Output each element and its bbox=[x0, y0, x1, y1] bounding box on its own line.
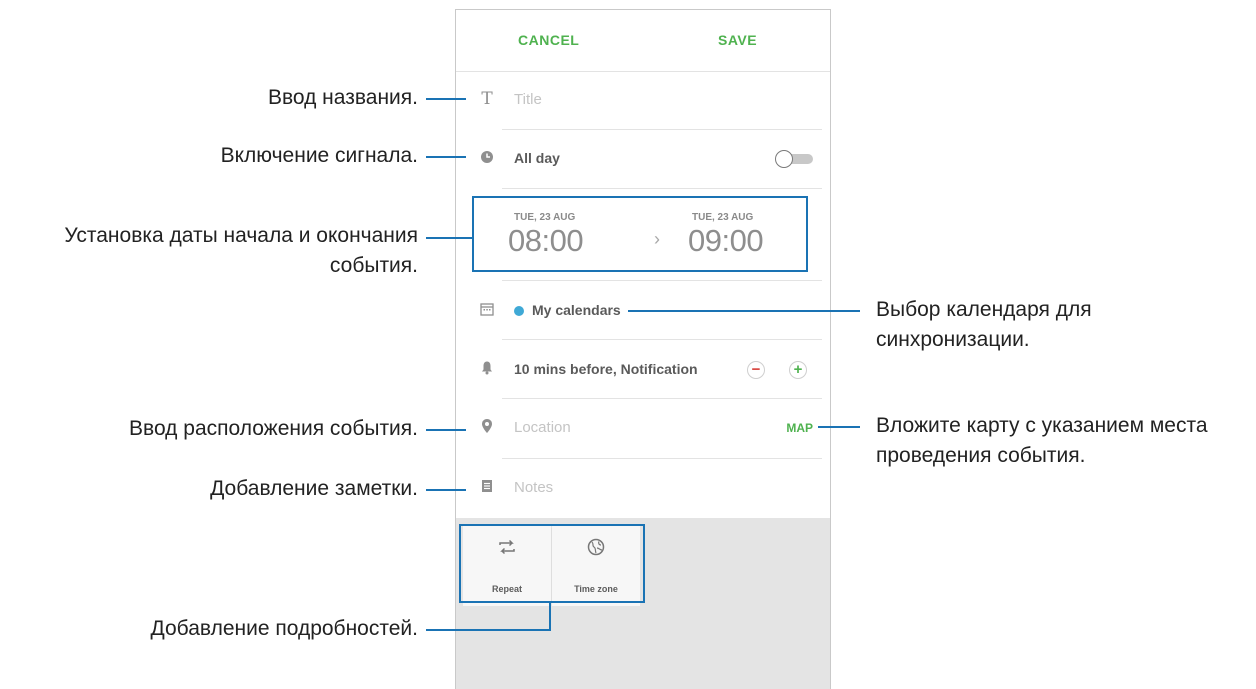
annotation-location: Ввод расположения события. bbox=[129, 417, 418, 440]
location-pin-icon bbox=[478, 418, 496, 438]
date-time-highlight bbox=[472, 196, 808, 272]
annotation-notes: Добавление заметки. bbox=[210, 477, 418, 500]
annotation-calendar-line2: синхронизации. bbox=[876, 328, 1030, 351]
annotation-dates-line2: события. bbox=[329, 254, 418, 277]
location-row[interactable]: Location MAP bbox=[456, 399, 830, 457]
bell-icon bbox=[478, 360, 496, 379]
action-bar: CANCEL SAVE bbox=[456, 10, 830, 70]
notes-icon bbox=[478, 479, 496, 497]
clock-icon bbox=[478, 150, 496, 168]
details-leader-vertical bbox=[549, 601, 551, 631]
map-button[interactable]: MAP bbox=[786, 421, 813, 435]
add-reminder-button[interactable]: + bbox=[789, 361, 807, 379]
dates-leader bbox=[426, 237, 472, 239]
annotation-title: Ввод названия. bbox=[267, 86, 418, 109]
title-input[interactable]: Title bbox=[514, 91, 542, 108]
toggle-knob bbox=[775, 150, 793, 168]
annotation-calendar-line1: Выбор календаря для bbox=[876, 298, 1092, 321]
details-highlight bbox=[459, 524, 645, 603]
cancel-button[interactable]: CANCEL bbox=[518, 32, 579, 48]
save-button[interactable]: SAVE bbox=[718, 32, 757, 48]
calendar-color-dot bbox=[514, 306, 524, 316]
allday-row[interactable]: All day bbox=[456, 130, 830, 188]
annotation-map-line1: Вложите карту с указанием места bbox=[876, 414, 1208, 437]
text-format-icon: T bbox=[481, 89, 493, 109]
calendar-icon bbox=[478, 302, 496, 320]
map-leader bbox=[818, 426, 860, 428]
location-input[interactable]: Location bbox=[514, 419, 571, 436]
reminder-row[interactable]: 10 mins before, Notification − + bbox=[456, 340, 830, 398]
annotation-dates-line1: Установка даты начала и окончания bbox=[64, 224, 418, 247]
notes-input[interactable]: Notes bbox=[514, 479, 553, 496]
calendar-leader bbox=[628, 310, 860, 312]
reminder-label: 10 mins before, Notification bbox=[514, 361, 698, 377]
allday-toggle[interactable] bbox=[775, 150, 813, 168]
notes-leader bbox=[426, 489, 466, 491]
annotation-details: Добавление подробностей. bbox=[150, 617, 418, 640]
remove-reminder-button[interactable]: − bbox=[747, 361, 765, 379]
alarm-leader bbox=[426, 156, 466, 158]
allday-label: All day bbox=[514, 150, 560, 166]
annotation-alarm: Включение сигнала. bbox=[220, 144, 418, 167]
annotation-map-line2: проведения события. bbox=[876, 444, 1086, 467]
location-leader bbox=[426, 429, 466, 431]
details-leader bbox=[426, 629, 551, 631]
title-leader bbox=[426, 98, 466, 100]
title-row[interactable]: T Title bbox=[456, 72, 830, 130]
calendar-label: My calendars bbox=[532, 302, 621, 318]
notes-row[interactable]: Notes bbox=[456, 459, 830, 517]
